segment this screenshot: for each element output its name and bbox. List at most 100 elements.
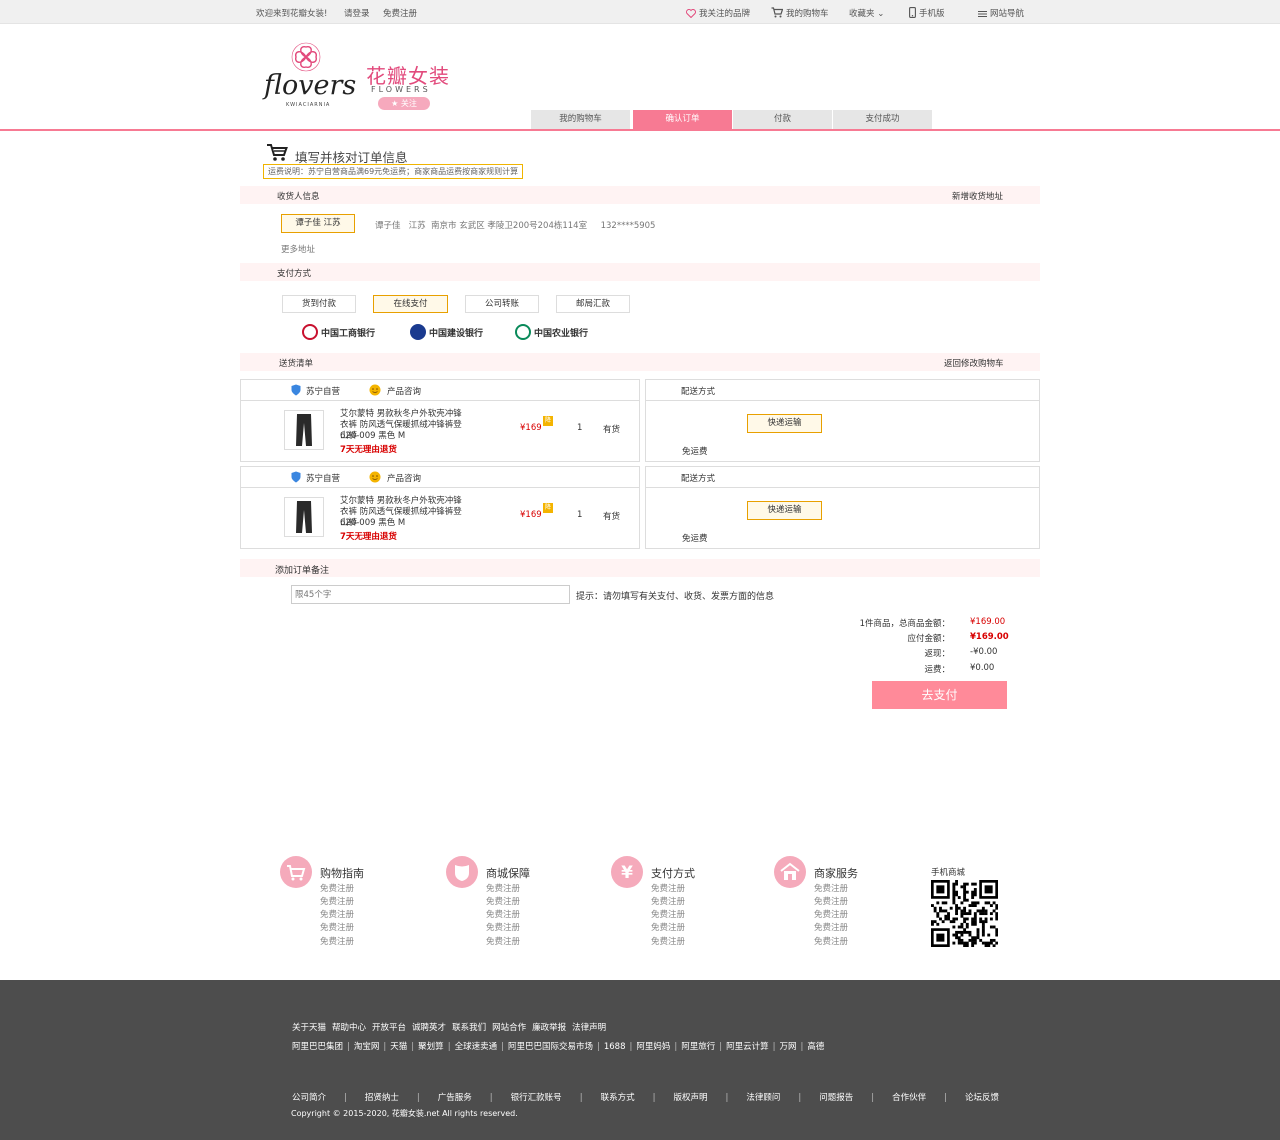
footer-link[interactable]: 招贤纳士: [365, 1093, 399, 1103]
link-separator: |: [344, 1093, 347, 1103]
footer-link[interactable]: 法律声明: [572, 1023, 606, 1033]
cod-payment-button[interactable]: 货到付款: [282, 295, 356, 313]
footer-link[interactable]: 联系我们: [452, 1023, 486, 1033]
bank-abc[interactable]: 中国农业银行: [515, 323, 588, 341]
footer-link[interactable]: 阿里妈妈: [636, 1042, 670, 1052]
follow-label: 关注: [400, 99, 417, 108]
express-shipping-button[interactable]: 快递运输: [747, 414, 822, 433]
footer-link[interactable]: 广告服务: [438, 1093, 472, 1103]
favorites-label: 收藏夹: [849, 9, 875, 19]
footer-link[interactable]: 免费注册: [320, 908, 354, 920]
consult-link[interactable]: 产品咨询: [387, 472, 421, 484]
footer-link[interactable]: 问题报告: [819, 1093, 853, 1103]
shipping-card-header: 配送方式: [646, 467, 1039, 488]
footer-link[interactable]: 免费注册: [651, 921, 685, 933]
logo-text: flovers: [264, 70, 357, 101]
footer-link[interactable]: 免费注册: [320, 895, 354, 907]
footer-link[interactable]: 免费注册: [814, 921, 848, 933]
footer-link[interactable]: 免费注册: [320, 935, 354, 947]
heart-icon: [686, 9, 696, 21]
footer-link[interactable]: 阿里巴巴国际交易市场: [508, 1042, 593, 1052]
mobile-link[interactable]: 手机版: [909, 7, 945, 21]
bank-ccb[interactable]: 中国建设银行: [410, 323, 483, 341]
footer-link[interactable]: 免费注册: [486, 895, 520, 907]
footer-link[interactable]: 阿里云计算: [726, 1042, 769, 1052]
product-image[interactable]: [284, 410, 324, 450]
footer-link[interactable]: 廉政举报: [532, 1023, 566, 1033]
cart-link[interactable]: 我的购物车: [771, 7, 829, 21]
footer-link[interactable]: 免费注册: [651, 908, 685, 920]
footer-link[interactable]: 法律顾问: [746, 1093, 780, 1103]
selected-address-button[interactable]: 谭子佳 江苏: [281, 214, 355, 233]
footer-link[interactable]: 1688: [604, 1042, 626, 1052]
order-remark-input[interactable]: [291, 585, 570, 604]
dark-footer: [0, 980, 1280, 1140]
footer-link[interactable]: 免费注册: [486, 935, 520, 947]
footer-link[interactable]: 免费注册: [486, 921, 520, 933]
footer-link[interactable]: 开放平台: [372, 1023, 406, 1033]
footer-column-title: 商城保障: [486, 867, 530, 880]
summary-shipping-value: ¥0.00: [970, 663, 995, 673]
footer-link[interactable]: 免费注册: [651, 882, 685, 894]
footer-link[interactable]: 版权声明: [673, 1093, 707, 1103]
footer-link[interactable]: 诚聘英才: [412, 1023, 446, 1033]
follow-button[interactable]: ★ 关注: [378, 97, 430, 110]
pay-button[interactable]: 去支付: [872, 681, 1007, 709]
mobile-store-title: 手机商城: [931, 868, 966, 878]
footer-link[interactable]: 网站合作: [492, 1023, 526, 1033]
footer-link[interactable]: 免费注册: [320, 921, 354, 933]
product-price: ¥169: [520, 510, 542, 520]
summary-shipping-label: 运费：: [924, 665, 950, 675]
site-nav-link[interactable]: 网站导航: [978, 7, 1024, 21]
favorite-brands-link[interactable]: 我关注的品牌: [686, 7, 750, 21]
login-link[interactable]: 请登录: [344, 7, 370, 19]
footer-link[interactable]: 免费注册: [814, 935, 848, 947]
footer-link[interactable]: 阿里巴巴集团: [292, 1042, 343, 1052]
footer-link[interactable]: 聚划算: [418, 1042, 444, 1052]
footer-link[interactable]: 高德: [807, 1042, 824, 1052]
footer-link[interactable]: 免费注册: [651, 935, 685, 947]
footer-link[interactable]: 阿里旅行: [681, 1042, 715, 1052]
bank-icbc[interactable]: 中国工商银行: [302, 323, 375, 341]
more-addresses-link[interactable]: 更多地址: [281, 243, 315, 255]
back-to-cart-link[interactable]: 返回修改购物车: [944, 357, 1004, 369]
footer-link[interactable]: 银行汇款账号: [511, 1093, 562, 1103]
payment-section-title: 支付方式: [277, 269, 312, 279]
footer-link[interactable]: 免费注册: [486, 882, 520, 894]
footer-link[interactable]: 关于天猫: [292, 1023, 326, 1033]
footer-link[interactable]: 全球速卖通: [455, 1042, 498, 1052]
footer-link[interactable]: 公司简介: [292, 1093, 326, 1103]
add-address-link[interactable]: 新增收货地址: [952, 190, 1003, 202]
footer-link[interactable]: 论坛反馈: [965, 1093, 999, 1103]
footer-link[interactable]: 万网: [780, 1042, 797, 1052]
icbc-logo-icon: [302, 324, 318, 340]
footer-link[interactable]: 合作伙伴: [892, 1093, 926, 1103]
online-payment-button[interactable]: 在线支付: [373, 295, 448, 313]
footer-link[interactable]: 免费注册: [486, 908, 520, 920]
footer-link[interactable]: 免费注册: [814, 895, 848, 907]
express-shipping-button[interactable]: 快递运输: [747, 501, 822, 520]
icbc-label: 中国工商银行: [321, 328, 376, 339]
footer-link[interactable]: 帮助中心: [332, 1023, 366, 1033]
footer-link[interactable]: 联系方式: [601, 1093, 635, 1103]
step-cart: 我的购物车: [531, 110, 630, 129]
footer-link[interactable]: 免费注册: [814, 882, 848, 894]
company-transfer-button[interactable]: 公司转账: [465, 295, 539, 313]
footer-link[interactable]: 淘宝网: [354, 1042, 380, 1052]
favorites-dropdown[interactable]: 收藏夹 ⌄: [849, 7, 884, 19]
product-quantity: 1: [577, 510, 583, 520]
link-separator: |: [447, 1042, 451, 1052]
shopping-cart-icon: [266, 143, 288, 165]
site-logo[interactable]: flovers KWIACIARNIA: [262, 38, 357, 108]
postal-remit-button[interactable]: 邮局汇款: [556, 295, 630, 313]
order-item-card: 苏宁自营 产品咨询 艾尔蒙特 男款秋冬户外软壳冲锋衣裤 防风透气保暖抓绒冲锋裤登…: [240, 466, 640, 549]
footer-link[interactable]: 免费注册: [651, 895, 685, 907]
register-link[interactable]: 免费注册: [383, 7, 417, 19]
footer-link[interactable]: 免费注册: [814, 908, 848, 920]
consult-link[interactable]: 产品咨询: [387, 385, 421, 397]
link-separator: |: [719, 1042, 723, 1052]
footer-link[interactable]: 免费注册: [320, 882, 354, 894]
product-image[interactable]: [284, 497, 324, 537]
address-detail: 谭子佳 江苏 南京市 玄武区 孝陵卫200号204栋114室 132****59…: [375, 221, 656, 231]
footer-link[interactable]: 天猫: [390, 1042, 407, 1052]
